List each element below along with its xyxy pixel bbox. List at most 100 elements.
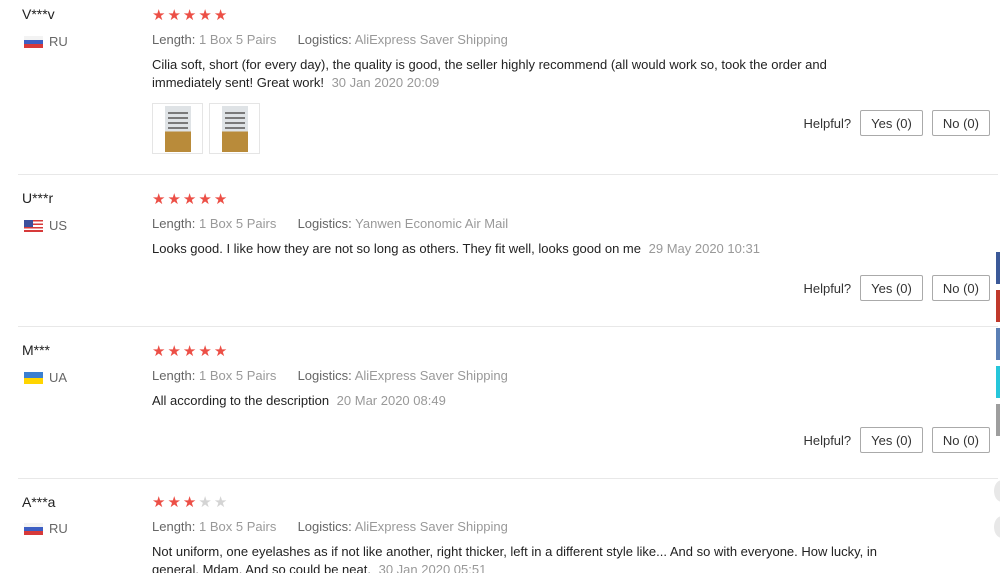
star-filled-icon: ★ xyxy=(152,191,166,208)
star-filled-icon: ★ xyxy=(167,343,181,360)
review-text: Looks good. I like how they are not so l… xyxy=(152,240,892,258)
pinterest-share-icon[interactable] xyxy=(996,290,1000,322)
review-text: All according to the description 20 Mar … xyxy=(152,392,892,410)
help-icon[interactable] xyxy=(994,516,1000,538)
review-photo-thumbnail[interactable] xyxy=(209,103,260,154)
star-filled-icon: ★ xyxy=(198,343,212,360)
logistics-value: AliExpress Saver Shipping xyxy=(354,519,508,534)
eyelash-photo-icon xyxy=(221,105,248,152)
helpful-vote: Helpful? Yes (0) No (0) xyxy=(803,110,990,136)
star-rating: ★ ★ ★ ★ ★ xyxy=(152,495,227,510)
review-text: Not uniform, one eyelashes as if not lik… xyxy=(152,543,892,573)
reviewer-country: RU xyxy=(24,521,68,536)
facebook-share-icon[interactable] xyxy=(996,252,1000,284)
helpful-label: Helpful? xyxy=(803,280,852,296)
review-date: 20 Mar 2020 08:49 xyxy=(336,393,446,408)
helpful-no-button[interactable]: No (0) xyxy=(931,427,990,453)
country-code: RU xyxy=(49,34,68,49)
star-filled-icon: ★ xyxy=(213,7,228,24)
logistics-label: Logistics: xyxy=(297,32,352,47)
feedback-text: Cilia soft, short (for every day), the q… xyxy=(152,57,827,90)
length-label: Length: xyxy=(152,32,196,47)
order-info: Length: 1 Box 5 Pairs Logistics: AliExpr… xyxy=(152,519,508,534)
review-divider xyxy=(18,478,998,479)
reviewer-name: V***v xyxy=(22,6,55,22)
helpful-yes-button[interactable]: Yes (0) xyxy=(860,110,923,136)
star-rating: ★ ★ ★ ★ ★ xyxy=(152,8,227,23)
star-rating: ★ ★ ★ ★ ★ xyxy=(152,192,227,207)
star-filled-icon: ★ xyxy=(213,191,228,208)
logistics-label: Logistics: xyxy=(297,368,352,383)
star-filled-icon: ★ xyxy=(152,343,166,360)
russia-flag-icon xyxy=(24,35,43,48)
russia-flag-icon xyxy=(24,522,43,535)
review-photos xyxy=(152,103,260,154)
usa-flag-icon xyxy=(24,219,43,232)
feedback-text: All according to the description xyxy=(152,393,330,408)
helpful-no-button[interactable]: No (0) xyxy=(931,275,990,301)
twitter-share-icon[interactable] xyxy=(996,366,1000,398)
helpful-yes-button[interactable]: Yes (0) xyxy=(860,275,923,301)
star-filled-icon: ★ xyxy=(182,7,197,24)
reviewer-country: UA xyxy=(24,370,67,385)
review-date: 30 Jan 2020 05:51 xyxy=(378,562,487,573)
helpful-label: Helpful? xyxy=(803,432,852,448)
feedback-text: Looks good. I like how they are not so l… xyxy=(152,241,641,256)
reviewer-country: RU xyxy=(24,34,68,49)
helpful-label: Helpful? xyxy=(803,115,852,131)
star-filled-icon: ★ xyxy=(198,191,212,208)
logistics-value: AliExpress Saver Shipping xyxy=(354,32,508,47)
helpful-yes-button[interactable]: Yes (0) xyxy=(860,427,923,453)
star-filled-icon: ★ xyxy=(152,494,166,511)
length-label: Length: xyxy=(152,519,196,534)
helpful-vote: Helpful? Yes (0) No (0) xyxy=(803,275,990,301)
logistics-label: Logistics: xyxy=(297,519,352,534)
star-filled-icon: ★ xyxy=(167,191,181,208)
share-sidebar xyxy=(996,252,1000,442)
more-share-icon[interactable] xyxy=(996,404,1000,436)
order-info: Length: 1 Box 5 Pairs Logistics: AliExpr… xyxy=(152,368,508,383)
helpful-vote: Helpful? Yes (0) No (0) xyxy=(803,427,990,453)
order-info: Length: 1 Box 5 Pairs Logistics: Yanwen … xyxy=(152,216,508,231)
star-filled-icon: ★ xyxy=(213,343,228,360)
feedback-text: Not uniform, one eyelashes as if not lik… xyxy=(152,544,877,573)
length-value: 1 Box 5 Pairs xyxy=(199,32,277,47)
order-info: Length: 1 Box 5 Pairs Logistics: AliExpr… xyxy=(152,32,508,47)
back-to-top-icon[interactable] xyxy=(994,480,1000,502)
reviewer-country: US xyxy=(24,218,67,233)
star-filled-icon: ★ xyxy=(182,494,197,511)
star-empty-icon: ★ xyxy=(198,494,212,511)
length-value: 1 Box 5 Pairs xyxy=(199,519,277,534)
length-value: 1 Box 5 Pairs xyxy=(199,368,277,383)
reviewer-name: M*** xyxy=(22,342,51,358)
star-filled-icon: ★ xyxy=(167,494,181,511)
eyelash-photo-icon xyxy=(164,105,191,152)
logistics-value: Yanwen Economic Air Mail xyxy=(355,216,509,231)
logistics-label: Logistics: xyxy=(297,216,352,231)
review-divider xyxy=(18,326,998,327)
vk-share-icon[interactable] xyxy=(996,328,1000,360)
length-label: Length: xyxy=(152,368,196,383)
star-rating: ★ ★ ★ ★ ★ xyxy=(152,344,227,359)
star-filled-icon: ★ xyxy=(198,7,212,24)
country-code: RU xyxy=(49,521,68,536)
ukraine-flag-icon xyxy=(24,371,43,384)
logistics-value: AliExpress Saver Shipping xyxy=(354,368,508,383)
star-filled-icon: ★ xyxy=(152,7,166,24)
review-divider xyxy=(18,174,998,175)
reviewer-name: U***r xyxy=(22,190,54,206)
review-date: 30 Jan 2020 20:09 xyxy=(331,75,440,90)
length-value: 1 Box 5 Pairs xyxy=(199,216,277,231)
star-filled-icon: ★ xyxy=(182,191,197,208)
country-code: UA xyxy=(49,370,68,385)
reviewer-name: A***a xyxy=(22,494,56,510)
helpful-no-button[interactable]: No (0) xyxy=(931,110,990,136)
star-empty-icon: ★ xyxy=(213,494,228,511)
country-code: US xyxy=(49,218,68,233)
star-filled-icon: ★ xyxy=(182,343,197,360)
review-date: 29 May 2020 10:31 xyxy=(648,241,760,256)
review-photo-thumbnail[interactable] xyxy=(152,103,203,154)
review-text: Cilia soft, short (for every day), the q… xyxy=(152,56,892,92)
length-label: Length: xyxy=(152,216,196,231)
star-filled-icon: ★ xyxy=(167,7,181,24)
